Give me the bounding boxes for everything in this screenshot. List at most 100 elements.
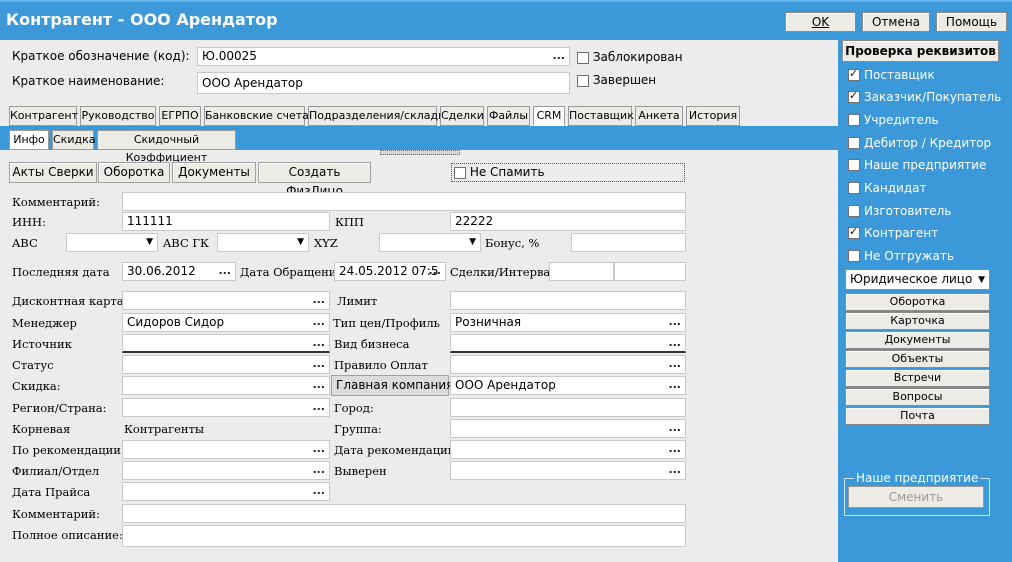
appeal-date-field[interactable]: 24.05.2012 07:5... [334,262,446,281]
business-dots[interactable]: ... [668,335,681,351]
group-dots[interactable]: ... [668,420,681,436]
right-objects-button[interactable]: Объекты [845,350,990,368]
right-questions-button[interactable]: Вопросы [845,388,990,406]
check-contractor[interactable]: Контрагент [848,225,938,240]
status-dots[interactable]: ... [312,356,325,372]
tab-crm[interactable]: CRM [533,106,565,126]
change-button[interactable]: Сменить [848,486,984,508]
last-date-picker[interactable]: ... [218,263,231,279]
name-field[interactable]: ООО Арендатор [197,72,570,94]
verified-dots[interactable]: ... [668,462,681,478]
subtab-discount-coef[interactable]: Скидочный Коэффициент [97,130,236,164]
tab-kontragent[interactable]: Контрагент [9,106,78,126]
check-debtor[interactable]: Дебитор / Кредитор [848,136,991,150]
check-our-company[interactable]: Наше предприятие [848,158,986,172]
right-documents-button[interactable]: Документы [845,331,990,349]
check-debtor-box[interactable] [848,137,860,149]
tab-departments[interactable]: Подразделения/склады [308,106,447,126]
price-date-field[interactable]: ... [122,482,330,501]
price-type-field[interactable]: Розничная... [450,313,686,332]
tab-egrpo[interactable]: ЕГРПО [159,106,201,126]
kpp-field[interactable]: 22222 [450,212,686,231]
tab-history[interactable]: История [686,106,740,126]
comment-field[interactable] [122,192,686,211]
tab-supplier[interactable]: Поставщик [568,106,634,126]
right-card-button[interactable]: Карточка [845,312,990,330]
manager-field[interactable]: Сидоров Сидор... [122,313,330,332]
recommend-dots[interactable]: ... [312,441,325,457]
payment-rule-dots[interactable]: ... [668,356,681,372]
check-founder[interactable]: Учредитель [848,113,939,127]
entity-type-select[interactable]: Юридическое лицо ▼ [845,269,990,290]
tab-deals[interactable]: Сделки [440,106,484,126]
abc-select[interactable]: ▼ [66,233,158,252]
discount-card-field[interactable]: ... [122,291,330,310]
deals-field[interactable] [549,262,614,281]
no-spam-checkbox[interactable] [454,166,466,179]
check-candidate-box[interactable] [848,182,860,194]
discount-dots[interactable]: ... [312,377,325,393]
blocked-checkbox-row[interactable]: Заблокирован [577,50,683,64]
check-no-ship[interactable]: Не Отгружать [848,249,954,263]
check-contractor-box[interactable] [848,225,860,239]
cancel-button[interactable]: Отмена [862,12,930,32]
code-field[interactable]: Ю.00025... [197,47,570,66]
ok-button[interactable]: OK [785,12,856,32]
finished-checkbox-row[interactable]: Завершен [577,73,656,87]
check-our-company-box[interactable] [848,159,860,171]
splitter-handle[interactable] [380,150,460,155]
region-dots[interactable]: ... [312,399,325,415]
tab-files[interactable]: Файлы [487,106,530,126]
check-customer[interactable]: Заказчик/Покупатель [848,89,1001,104]
check-requisites-button[interactable]: Проверка реквизитов [842,40,999,62]
source-dots[interactable]: ... [312,335,325,351]
entity-type-dropdown-icon[interactable]: ▼ [978,271,985,289]
tab-bank-accounts[interactable]: Банковские счета [204,106,309,126]
limit-field[interactable] [450,291,686,310]
full-desc-field[interactable] [122,525,686,547]
appeal-date-picker[interactable]: ... [428,263,441,279]
price-date-dots[interactable]: ... [312,483,325,499]
code-dots-button[interactable]: ... [552,48,565,64]
recommend-date-dots[interactable]: ... [668,441,681,457]
interval-field[interactable] [614,262,686,281]
abc-gk-select[interactable]: ▼ [217,233,309,252]
check-manufacturer[interactable]: Изготовитель [848,204,951,218]
region-field[interactable]: ... [122,398,330,417]
bonus-field[interactable] [571,233,686,252]
price-type-dots[interactable]: ... [668,314,681,330]
main-company-field[interactable]: ООО Арендатор... [450,376,686,395]
no-spam-row[interactable]: Не Спамить [451,163,685,182]
check-supplier[interactable]: Поставщик [848,67,935,82]
create-person-button[interactable]: Создать ФизЛицо [258,162,371,198]
recommend-date-field[interactable]: ... [450,440,686,459]
comment2-field[interactable] [122,504,686,523]
check-no-ship-box[interactable] [848,250,860,262]
verified-field[interactable]: ... [450,461,686,480]
xyz-dropdown-icon[interactable]: ▼ [469,234,476,251]
inn-field[interactable]: 111111 [122,212,330,231]
abc-dropdown-icon[interactable]: ▼ [146,234,153,251]
subtab-discount[interactable]: Скидка [52,130,95,150]
business-field[interactable]: ... [450,334,686,353]
check-candidate[interactable]: Кандидат [848,181,926,195]
discount-field[interactable]: ... [122,376,330,395]
right-oborotka-button[interactable]: Оборотка [845,293,990,311]
branch-field[interactable]: ... [122,461,330,480]
tab-anketa[interactable]: Анкета [635,106,683,126]
finished-checkbox[interactable] [577,74,589,87]
subtab-info[interactable]: Инфо [9,130,49,150]
source-field[interactable]: ... [122,334,330,353]
akty-button[interactable]: Акты Сверки [9,162,97,183]
main-company-button[interactable]: Главная компания [331,375,453,396]
xyz-select[interactable]: ▼ [379,233,481,252]
payment-rule-field[interactable]: ... [450,355,686,374]
blocked-checkbox[interactable] [577,51,589,64]
documents-button[interactable]: Документы [172,162,256,183]
city-field[interactable] [450,398,686,417]
tab-rukovodstvo[interactable]: Руководство [80,106,156,126]
check-founder-box[interactable] [848,114,860,126]
abc-gk-dropdown-icon[interactable]: ▼ [297,234,304,251]
right-meetings-button[interactable]: Встречи [845,369,990,387]
status-field[interactable]: ... [122,355,330,374]
